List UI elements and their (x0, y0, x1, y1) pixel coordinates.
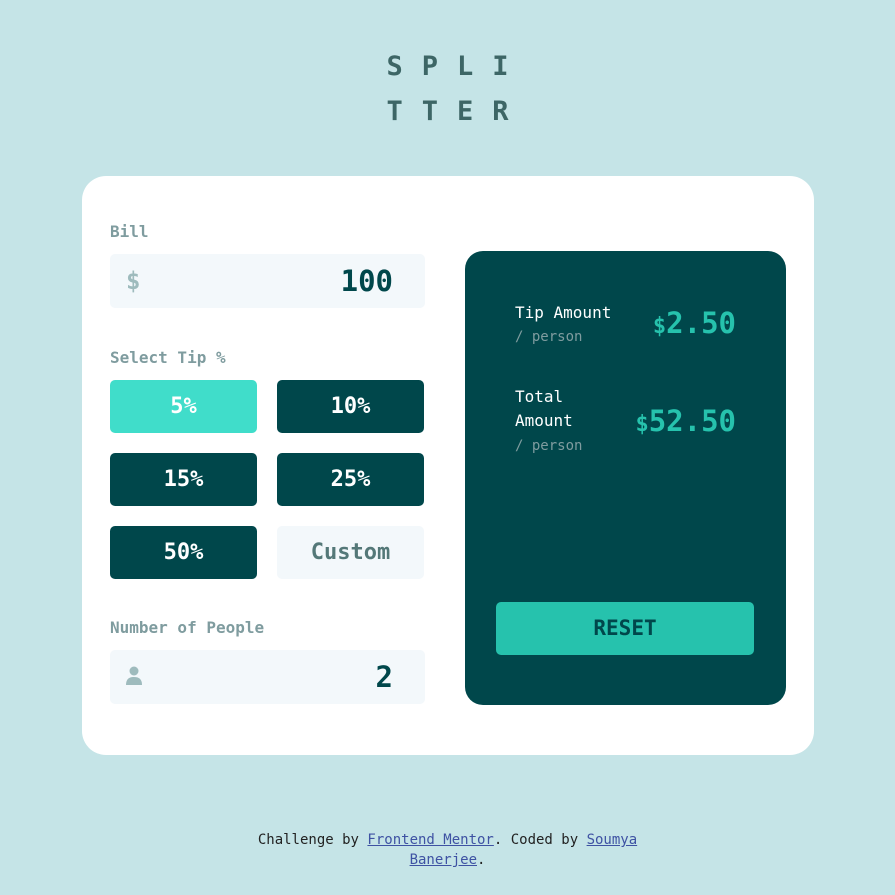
tip-button-25[interactable]: 25% (277, 453, 424, 506)
logo-line-1: SPLI (386, 51, 528, 82)
person-icon (126, 666, 142, 688)
total-amount-label: Total Amount (515, 385, 573, 433)
tip-button-5[interactable]: 5% (110, 380, 257, 433)
total-label-line-2: Amount (515, 411, 573, 430)
select-tip-label: Select Tip % (110, 348, 226, 367)
total-amount-number: 52.50 (648, 404, 736, 438)
people-value[interactable]: 2 (376, 650, 393, 704)
reset-button[interactable]: RESET (496, 602, 754, 655)
tip-amount-value: $2.50 (653, 306, 736, 340)
bill-label: Bill (110, 222, 149, 241)
total-amount-value: $52.50 (635, 404, 736, 438)
total-amount-sub: / person (515, 438, 583, 454)
custom-tip-input[interactable]: Custom (277, 526, 424, 579)
tip-button-10[interactable]: 10% (277, 380, 424, 433)
bill-input[interactable]: $ 100 (110, 254, 425, 308)
tip-button-50[interactable]: 50% (110, 526, 257, 579)
tip-button-15[interactable]: 15% (110, 453, 257, 506)
footer-suffix: . (477, 852, 486, 868)
people-input[interactable]: 2 (110, 650, 425, 704)
attribution-footer: Challenge by Frontend Mentor. Coded by S… (0, 830, 895, 870)
footer-prefix: Challenge by (257, 832, 368, 848)
people-label: Number of People (110, 618, 265, 637)
tip-amount-label: Tip Amount (515, 303, 612, 322)
results-panel: Tip Amount / person $2.50 Total Amount /… (465, 251, 786, 705)
logo-line-2: TTER (386, 96, 528, 127)
app-logo: SPLI TTER (0, 44, 895, 134)
frontend-mentor-link[interactable]: Frontend Mentor (367, 832, 493, 848)
tip-amount-sub: / person (515, 329, 583, 345)
tip-currency: $ (652, 314, 667, 339)
calculator-card: Bill $ 100 Select Tip % 5% 10% 15% 25% 5… (82, 176, 814, 755)
dollar-icon: $ (126, 267, 141, 295)
total-label-line-1: Total (515, 387, 564, 406)
footer-middle: . Coded by (493, 832, 587, 848)
tip-amount-number: 2.50 (666, 306, 736, 340)
total-currency: $ (635, 412, 649, 437)
bill-value[interactable]: 100 (341, 254, 393, 308)
